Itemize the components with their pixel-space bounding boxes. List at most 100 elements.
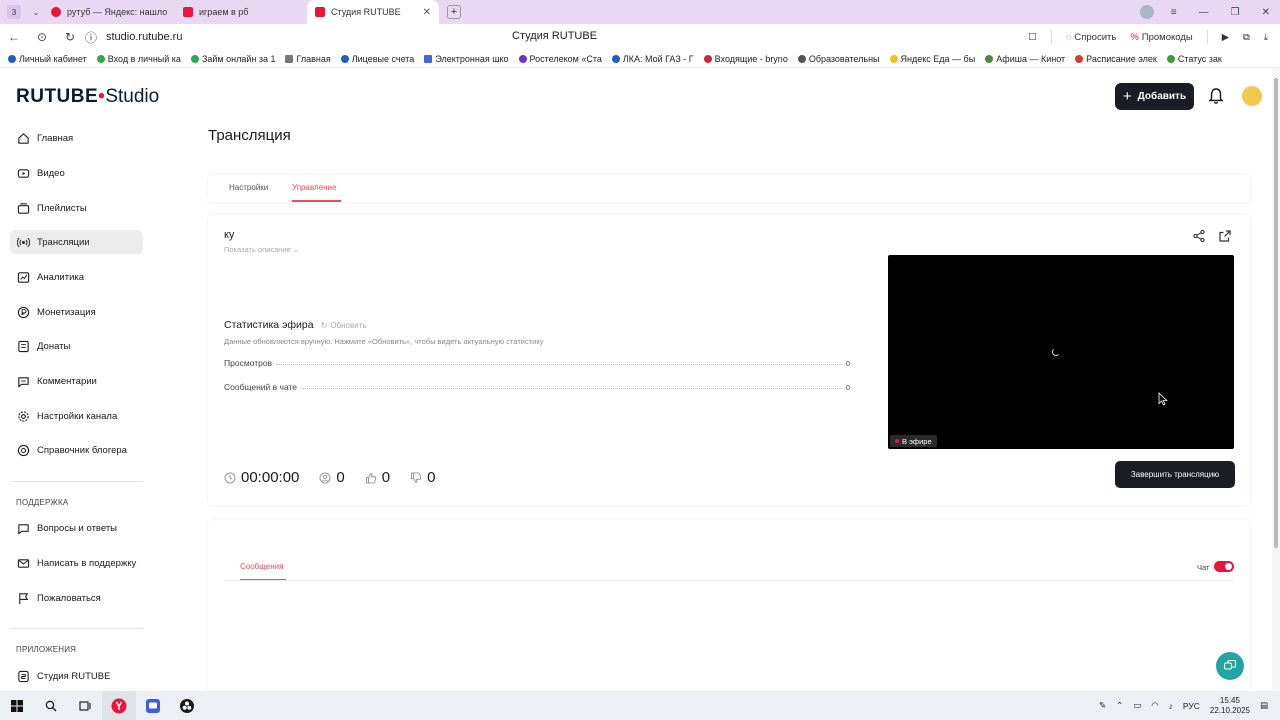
download-icon[interactable]: ⤓ [1264, 32, 1268, 43]
bookmark-label: Статус зак [1177, 53, 1222, 64]
sidebar-item-video[interactable]: Видео [10, 161, 143, 185]
collections-icon[interactable]: ⧉ [1243, 32, 1250, 43]
bookmarks-bar: Личный кабинет Вход в личный ка Займ онл… [0, 50, 1280, 68]
bookmark-item[interactable]: Яндекс Еда — бы [889, 53, 976, 64]
bookmark-favicon-icon [285, 54, 294, 63]
refresh-button[interactable]: ↻ Обновить [321, 321, 367, 330]
page-title: Трансляция [208, 127, 291, 144]
close-tab-icon[interactable]: ✕ [423, 7, 431, 18]
site-info-icon[interactable]: ⓘ [84, 29, 98, 46]
volume-icon[interactable]: ♪ [1169, 701, 1173, 711]
obs-app-icon[interactable] [170, 691, 204, 720]
windows-start-icon[interactable] [0, 691, 34, 720]
messenger-app-icon[interactable] [136, 691, 170, 720]
rutube-studio-logo[interactable]: RUTUBE•Studio [16, 86, 159, 108]
sidebar-item-report[interactable]: Пожаловаться [10, 586, 143, 610]
faq-icon [18, 523, 29, 535]
open-external-icon[interactable] [1218, 229, 1232, 243]
video-player[interactable]: В эфире [888, 255, 1234, 449]
maximize-icon[interactable]: ❐ [1231, 7, 1240, 18]
bookmark-label: Яндекс Еда — бы [900, 53, 976, 64]
bookmark-item[interactable]: Займ онлайн за 1 [190, 54, 275, 64]
sidebar-item-channel-settings[interactable]: Настройки канала [10, 404, 143, 428]
task-view-icon[interactable] [68, 691, 102, 720]
bookmark-item[interactable]: Электронная шко [424, 54, 509, 64]
sidebar-item-monetization[interactable]: Монетизация [10, 300, 143, 324]
sidebar-item-blogger-guide[interactable]: Справочник блогера [10, 438, 143, 462]
end-broadcast-button[interactable]: Завершить трансляцию [1115, 461, 1235, 488]
sidebar-item-studio-app[interactable]: Студия RUTUBE [10, 664, 143, 688]
close-window-icon[interactable]: ✕ [1262, 7, 1270, 18]
live-label: В эфире [902, 436, 932, 446]
reload-icon[interactable]: ↻ [56, 30, 84, 44]
refresh-label: Обновить [330, 320, 367, 330]
wifi-icon[interactable]: ◠ [1151, 700, 1158, 711]
yandex-browser-icon[interactable] [102, 691, 136, 720]
bookmark-item[interactable]: Статус зак [1166, 53, 1222, 64]
url-field[interactable]: studio.rutube.ru [106, 31, 182, 43]
bookmark-item[interactable]: Образовательны [797, 54, 880, 64]
new-tab-button[interactable]: + [447, 5, 461, 19]
bookmark-item[interactable]: Личный кабинет [8, 54, 87, 64]
sidebar-item-faq[interactable]: Вопросы и ответы [10, 516, 143, 540]
user-avatar[interactable] [1242, 86, 1262, 106]
chevron-up-icon[interactable]: ⌃ [1116, 700, 1123, 711]
sidebar-item-playlists[interactable]: Плейлисты [10, 196, 143, 220]
bookmark-item[interactable]: Ростелеком «Ста [518, 54, 602, 64]
sidebar-item-write-support[interactable]: Написать в поддержку [10, 551, 143, 575]
notifications-center-icon[interactable]: ▤ [1260, 700, 1268, 711]
sidebar-item-comments[interactable]: Комментарии [10, 369, 143, 393]
bookmark-item[interactable]: ЛКА: Мой ГАЗ - Г [611, 54, 694, 64]
media-icon[interactable]: ▶ [1222, 32, 1229, 43]
notifications-bell-icon[interactable] [1208, 87, 1224, 105]
sidebar-item-broadcasts[interactable]: Трансляции [10, 230, 143, 254]
search-icon[interactable] [34, 691, 68, 720]
protect-icon[interactable]: ⊙ [28, 30, 56, 44]
profile-avatar[interactable] [1140, 5, 1154, 19]
menu-icon[interactable]: ≡ [1171, 7, 1177, 18]
promo-button[interactable]: % Промокоды [1130, 32, 1192, 43]
percent-icon: % [1130, 31, 1139, 43]
minimize-icon[interactable]: — [1199, 7, 1209, 18]
ask-label: Спросить [1074, 31, 1117, 43]
system-tray: ✎ ⌃ ▭ ◠ ♪ РУС 15:45 22.10.2025 ▤ [1099, 691, 1268, 720]
bookmark-item[interactable]: Афиша — Кинот [985, 54, 1065, 64]
chat-card: Сообщения Чат [208, 520, 1250, 700]
bookmark-item[interactable]: Лицевые счета [340, 54, 414, 64]
show-description-link[interactable]: Показать описание ⌄ [224, 245, 299, 254]
bookmark-label: Личный кабинет [19, 53, 87, 64]
tab-settings[interactable]: Настройки [229, 183, 268, 192]
sidebar-item-label: Настройки канала [37, 410, 118, 422]
browser-tab-studio[interactable]: Студия RUTUBE ✕ [307, 0, 439, 24]
browser-tab-search[interactable]: рутуб — Яндекс: нашлось [43, 0, 175, 24]
chat-toggle[interactable] [1214, 561, 1234, 572]
browser-tab-play[interactable]: играем в рб [175, 0, 307, 24]
bookmark-item[interactable]: Входящие - bryno [703, 54, 788, 64]
language-indicator[interactable]: РУС [1183, 701, 1200, 711]
bookmark-item[interactable]: Вход в личный ка [96, 54, 181, 64]
page-scrollbar[interactable] [1272, 68, 1280, 691]
support-chat-button[interactable] [1216, 652, 1244, 680]
scroll-thumb[interactable] [1274, 78, 1278, 548]
bookmark-item[interactable]: Расписание элек [1075, 54, 1157, 64]
clock[interactable]: 15:45 22.10.2025 [1210, 696, 1250, 716]
stats-header: Статистика эфира ↻ Обновить [224, 319, 367, 331]
support-section-title: ПОДДЕРЖКА [16, 498, 69, 507]
sidebar-item-analytics[interactable]: Аналитика [10, 265, 143, 289]
back-icon[interactable]: ← [0, 30, 28, 44]
ask-button[interactable]: ◌ Спросить [1066, 32, 1117, 43]
chevron-down-icon[interactable]: ⌄ [29, 7, 43, 18]
tab-messages[interactable]: Сообщения [240, 562, 283, 571]
add-button[interactable]: + Добавить [1115, 83, 1194, 110]
share-icon[interactable] [1192, 229, 1206, 243]
sidebar-item-home[interactable]: Главная [10, 126, 143, 150]
bookmark-item[interactable]: Главная [285, 54, 331, 64]
tab-management[interactable]: Управление [292, 183, 336, 192]
pen-icon[interactable]: ✎ [1099, 700, 1106, 711]
bookmark-icon[interactable]: ☐ [1028, 32, 1037, 43]
sidebar-item-donations[interactable]: Донаты [10, 334, 143, 358]
yandex-favicon-icon [51, 7, 61, 17]
tab-count-badge[interactable]: 3 [7, 5, 21, 19]
os-taskbar: ✎ ⌃ ▭ ◠ ♪ РУС 15:45 22.10.2025 ▤ [0, 691, 1280, 720]
network-icon[interactable]: ▭ [1133, 700, 1141, 711]
